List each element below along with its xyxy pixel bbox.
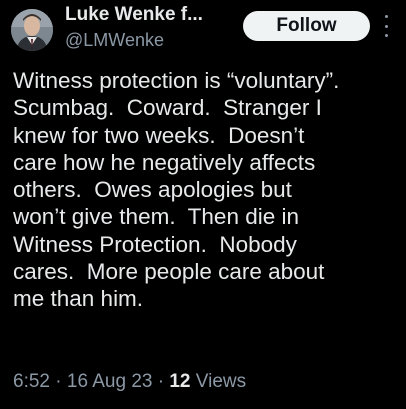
author-display-name[interactable]: Luke Wenke f... bbox=[65, 4, 203, 26]
views-label: Views bbox=[195, 371, 247, 392]
tweet-date[interactable]: 16 Aug 23 bbox=[67, 371, 153, 392]
profile-photo-icon bbox=[11, 9, 53, 51]
more-vertical-icon[interactable] bbox=[380, 15, 392, 37]
avatar[interactable] bbox=[11, 9, 53, 51]
tweet-text: Witness protection is “voluntary”. Scumb… bbox=[13, 68, 340, 312]
tweet-card: Luke Wenke f... @LMWenke Follow Witness … bbox=[0, 0, 406, 409]
tweet-meta: 6:52 · 16 Aug 23 · 12 Views bbox=[13, 371, 246, 393]
meta-separator: · bbox=[157, 371, 165, 392]
follow-button[interactable]: Follow bbox=[243, 11, 370, 41]
meta-separator: · bbox=[55, 371, 62, 392]
tweet-time[interactable]: 6:52 bbox=[13, 371, 50, 392]
author-handle[interactable]: @LMWenke bbox=[65, 30, 164, 51]
views-count: 12 bbox=[169, 371, 191, 392]
